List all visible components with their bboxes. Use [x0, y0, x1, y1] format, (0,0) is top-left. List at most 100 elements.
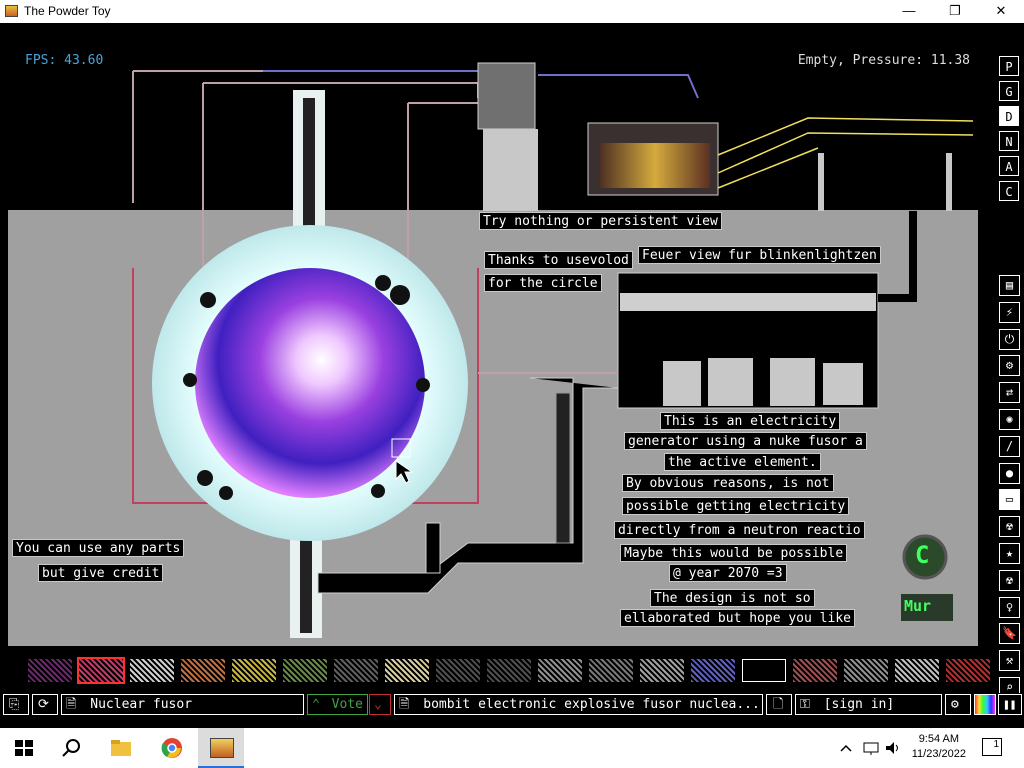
search-icon[interactable]: [60, 736, 84, 760]
render-mode-c[interactable]: C: [999, 181, 1019, 201]
category-favorites-icon[interactable]: 🔖: [999, 623, 1020, 645]
injector-core: [303, 98, 315, 238]
element-swatch[interactable]: [232, 659, 276, 682]
element-swatch[interactable]: [589, 659, 633, 682]
sign-desc-2[interactable]: generator using a nuke fusor a: [624, 432, 867, 450]
category-tools-icon[interactable]: ⚒: [999, 650, 1020, 672]
element-swatch[interactable]: [334, 659, 378, 682]
mur-badge: Mur: [904, 597, 932, 615]
sign-thanks-2[interactable]: for the circle: [484, 274, 602, 292]
chevron-up-icon[interactable]: [838, 736, 854, 760]
element-swatch[interactable]: [283, 659, 327, 682]
taskbar-powder-toy[interactable]: [198, 728, 244, 768]
element-palette: [28, 656, 990, 684]
element-swatch[interactable]: [946, 659, 990, 682]
pause-button[interactable]: ❚❚: [998, 694, 1022, 715]
minimize-button[interactable]: —: [886, 0, 932, 23]
element-swatch[interactable]: [28, 659, 72, 682]
pole: [946, 153, 952, 211]
category-powered-icon[interactable]: ⏻: [999, 328, 1020, 350]
start-windows-icon[interactable]: [12, 736, 36, 760]
volume-icon[interactable]: [884, 736, 902, 760]
render-mode-d[interactable]: D: [999, 106, 1019, 126]
category-walls-icon[interactable]: ▤: [999, 275, 1020, 296]
sign-thanks-1[interactable]: Thanks to usevolod: [484, 251, 633, 269]
element-swatch[interactable]: [793, 659, 837, 682]
category-nuclear-icon[interactable]: ☢: [999, 569, 1020, 591]
category-radioactive-icon[interactable]: ☢: [999, 516, 1020, 538]
render-mode-a[interactable]: A: [999, 156, 1019, 176]
vote-up-button[interactable]: ⌃ Vote: [307, 694, 368, 715]
new-simulation-button[interactable]: 🗋: [766, 694, 792, 715]
element-swatch[interactable]: [77, 657, 125, 684]
sign-design-2[interactable]: ellaborated but hope you like: [620, 609, 855, 627]
category-sensors-icon[interactable]: ⚙: [999, 355, 1020, 377]
settings-button[interactable]: ⚙: [945, 694, 971, 715]
reload-button[interactable]: ⟳: [32, 694, 58, 715]
tags-field[interactable]: 🗎 bombit electronic explosive fusor nucl…: [394, 694, 763, 715]
sign-desc-7[interactable]: Maybe this would be possible: [620, 544, 848, 562]
element-swatch[interactable]: [895, 659, 939, 682]
machine-unit: [770, 358, 815, 406]
element-swatch[interactable]: [130, 659, 174, 682]
element-swatch[interactable]: [487, 659, 531, 682]
app-icon: [5, 5, 18, 17]
pole: [818, 153, 824, 211]
render-mode-n[interactable]: N: [999, 131, 1019, 151]
category-life-icon[interactable]: ♀: [999, 596, 1020, 618]
clock-date: 11/23/2022: [911, 748, 966, 760]
control-column: [483, 129, 538, 211]
render-mode-g[interactable]: G: [999, 81, 1019, 101]
powder-toy-icon: [210, 738, 234, 758]
close-button[interactable]: ✕: [978, 0, 1024, 23]
login-label: [sign in]: [823, 697, 895, 712]
chrome-icon[interactable]: [160, 736, 184, 760]
sign-desc-6[interactable]: directly from a neutron reactio: [614, 521, 865, 539]
category-special-icon[interactable]: ★: [999, 542, 1020, 564]
category-liquids-icon[interactable]: ●: [999, 462, 1020, 484]
element-swatch[interactable]: [691, 659, 735, 682]
element-swatch[interactable]: [640, 659, 684, 682]
element-swatch[interactable]: [844, 659, 888, 682]
file-explorer-icon[interactable]: [109, 736, 133, 760]
category-explosives-icon[interactable]: ✺: [999, 408, 1020, 430]
element-swatch[interactable]: [181, 659, 225, 682]
power-box-glow: [600, 143, 710, 188]
taskbar-clock[interactable]: 9:54 AM 11/23/2022: [912, 732, 966, 762]
category-gases-icon[interactable]: /: [999, 435, 1020, 457]
window-title-bar: The Powder Toy — ❐ ✕: [0, 0, 1024, 23]
category-electronics-icon[interactable]: ⚡: [999, 301, 1020, 323]
sign-desc-1[interactable]: This is an electricity: [660, 412, 841, 430]
category-force-icon[interactable]: ⇄: [999, 382, 1020, 404]
notifications-icon[interactable]: 1: [982, 738, 1002, 756]
login-button[interactable]: ⚿ [sign in]: [795, 694, 942, 715]
machine-unit: [823, 363, 863, 405]
sign-credit-2[interactable]: but give credit: [38, 564, 164, 582]
sign-design-1[interactable]: The design is not so: [650, 589, 815, 607]
maximize-button[interactable]: ❐: [932, 0, 978, 23]
sign-feuer[interactable]: Feuer view fur blinkenlightzen: [638, 246, 881, 264]
sign-credit-1[interactable]: You can use any parts: [12, 539, 185, 557]
machine-unit: [663, 361, 701, 406]
sign-desc-8[interactable]: @ year 2070 =3: [669, 564, 787, 582]
element-swatch[interactable]: [385, 659, 429, 682]
category-solids-icon[interactable]: ▭: [999, 489, 1020, 511]
game-area: FPS: 43.60 Empty, Pressure: 11.38 Try no…: [0, 23, 1024, 720]
element-swatch[interactable]: [742, 659, 786, 682]
sign-desc-4[interactable]: By obvious reasons, is not: [622, 474, 834, 492]
vote-down-button[interactable]: ⌄: [369, 694, 391, 715]
sign-desc-3[interactable]: the active element.: [664, 453, 821, 471]
render-mode-panel: P G D N A C: [999, 56, 1021, 206]
tags-text: bombit electronic explosive fusor nuclea…: [423, 697, 760, 712]
network-icon[interactable]: [862, 736, 880, 760]
save-name-field[interactable]: 🗎 Nuclear fusor: [61, 694, 304, 715]
renderer-options-button[interactable]: [974, 694, 996, 715]
open-save-button[interactable]: ⎘: [3, 694, 29, 715]
render-mode-p[interactable]: P: [999, 56, 1019, 76]
sign-desc-5[interactable]: possible getting electricity: [622, 497, 850, 515]
element-swatch[interactable]: [538, 659, 582, 682]
vote-up-icon: ⌃: [312, 697, 320, 712]
element-swatch[interactable]: [436, 659, 480, 682]
save-name: Nuclear fusor: [90, 697, 193, 712]
sign-try-view[interactable]: Try nothing or persistent view: [479, 212, 722, 230]
